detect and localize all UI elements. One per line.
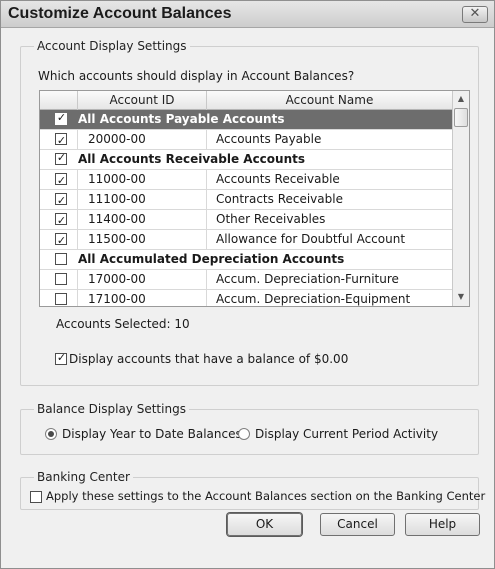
radio-selected-dot [48,431,54,437]
group-name: All Accounts Receivable Accounts [78,152,305,166]
group-checkbox[interactable]: ✓ [55,151,67,165]
grid-vertical-scrollbar[interactable]: ▲ ▼ [452,91,469,306]
check-icon: ✓ [56,151,67,164]
account-checkbox[interactable]: ✓ [55,193,67,207]
scroll-up-arrow-icon[interactable]: ▲ [453,91,469,107]
account-name-cell: Accum. Depreciation-Equipment [216,292,411,306]
account-id-cell: 17100-00 [78,290,207,306]
check-icon: ✓ [56,214,67,227]
banking-center-apply-label[interactable]: Apply these settings to the Account Bala… [46,489,485,503]
help-button[interactable]: Help [405,513,480,536]
dialog-title: Customize Account Balances [8,5,232,22]
account-checkbox[interactable]: ✓ [55,173,67,187]
account-row[interactable]: 17000-00 Accum. Depreciation-Furniture [40,270,452,290]
account-row[interactable]: ✓ 11400-00 Other Receivables [40,210,452,230]
account-name-cell: Allowance for Doubtful Account [216,232,406,246]
account-id-cell: 11500-00 [78,230,207,249]
header-account-id[interactable]: Account ID [78,91,207,110]
account-checkbox[interactable] [55,293,67,305]
zero-balance-label[interactable]: Display accounts that have a balance of … [69,352,348,366]
current-period-label[interactable]: Display Current Period Activity [255,427,438,441]
check-icon: ✓ [56,134,67,147]
account-row[interactable]: ✓ 20000-00 Accounts Payable [40,130,452,150]
group-checkbox[interactable]: ✓ [55,111,67,125]
checkbox-cell[interactable] [40,290,78,306]
accounts-grid[interactable]: Account ID Account Name ✓ All Accounts Pa… [39,90,470,307]
account-id-cell: 11100-00 [78,190,207,209]
group-row[interactable]: All Accumulated Depreciation Accounts [40,250,452,270]
account-display-settings-label: Account Display Settings [34,39,190,53]
close-button[interactable]: ✕ [462,6,488,23]
group-name: All Accumulated Depreciation Accounts [78,252,345,266]
accounts-question-label: Which accounts should display in Account… [38,69,355,83]
accounts-selected-count: Accounts Selected: 10 [56,317,190,331]
check-icon: ✓ [56,111,67,124]
checkbox-cell[interactable] [40,270,78,289]
checkbox-cell[interactable]: ✓ [40,210,78,229]
header-checkbox-column [40,91,78,110]
banking-center-checkbox[interactable] [30,491,42,503]
check-icon: ✓ [56,174,67,187]
account-checkbox[interactable] [55,273,67,285]
group-checkbox[interactable] [55,253,67,265]
check-icon: ✓ [56,234,67,247]
group-row[interactable]: ✓ All Accounts Receivable Accounts [40,150,452,170]
group-name: All Accounts Payable Accounts [78,112,285,126]
account-name-cell: Accum. Depreciation-Furniture [216,272,399,286]
account-row[interactable]: ✓ 11100-00 Contracts Receivable [40,190,452,210]
title-bar[interactable]: Customize Account Balances ✕ [1,1,494,28]
scroll-down-arrow-icon[interactable]: ▼ [453,289,469,305]
header-account-name[interactable]: Account Name [207,91,452,110]
ok-button[interactable]: OK [227,513,302,536]
balance-display-settings-label: Balance Display Settings [34,402,189,416]
check-icon: ✓ [56,351,67,364]
scrollbar-thumb[interactable] [454,108,468,127]
account-name-cell: Accounts Receivable [216,172,340,186]
checkbox-cell[interactable]: ✓ [40,230,78,249]
current-period-radio[interactable] [238,428,250,440]
account-id-cell: 20000-00 [78,130,207,149]
account-row[interactable]: ✓ 11000-00 Accounts Receivable [40,170,452,190]
account-name-cell: Other Receivables [216,212,326,226]
customize-account-balances-dialog: Customize Account Balances ✕ Account Dis… [0,0,495,569]
check-icon: ✓ [56,194,67,207]
close-icon: ✕ [469,6,481,21]
account-row[interactable]: ✓ 11500-00 Allowance for Doubtful Account [40,230,452,250]
cancel-button[interactable]: Cancel [320,513,395,536]
year-to-date-label[interactable]: Display Year to Date Balances [62,427,242,441]
account-checkbox[interactable]: ✓ [55,233,67,247]
account-id-cell: 17000-00 [78,270,207,289]
account-row[interactable]: 17100-00 Accum. Depreciation-Equipment [40,290,452,306]
account-id-cell: 11400-00 [78,210,207,229]
checkbox-cell[interactable]: ✓ [40,170,78,189]
banking-center-label: Banking Center [34,470,133,484]
account-id-cell: 11000-00 [78,170,207,189]
year-to-date-radio[interactable] [45,428,57,440]
account-name-cell: Contracts Receivable [216,192,343,206]
group-row[interactable]: ✓ All Accounts Payable Accounts [40,110,452,130]
account-name-cell: Accounts Payable [216,132,322,146]
account-checkbox[interactable]: ✓ [55,213,67,227]
checkbox-cell[interactable]: ✓ [40,130,78,149]
zero-balance-checkbox[interactable]: ✓ [55,351,67,365]
checkbox-cell[interactable]: ✓ [40,190,78,209]
account-checkbox[interactable]: ✓ [55,133,67,147]
grid-header: Account ID Account Name [40,91,452,110]
